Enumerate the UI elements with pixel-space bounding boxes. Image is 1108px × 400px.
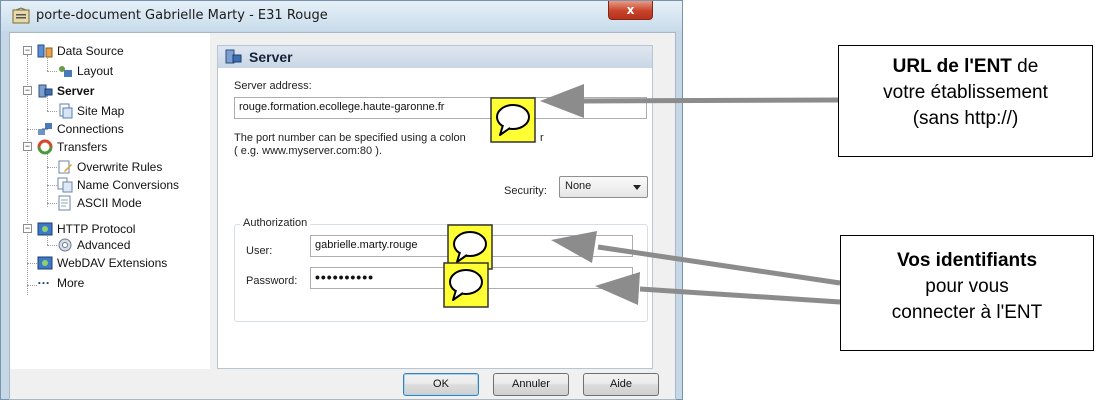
tree-item-name-conversions[interactable]: Name Conversions (57, 176, 179, 194)
url-callout-bold: URL de l'ENT (892, 56, 1012, 77)
tree-item-advanced[interactable]: Advanced (57, 236, 130, 254)
tree-item-label: Name Conversions (77, 178, 180, 192)
tree-connector (27, 285, 37, 286)
tree-expander-server[interactable]: − (23, 86, 32, 95)
more-icon: … (37, 272, 50, 287)
tree-connector (47, 151, 48, 207)
tree-item-label: Server (57, 84, 95, 98)
tree-expander-data-source[interactable]: − (23, 46, 32, 55)
window-title: porte-document Gabrielle Marty - E31 Rou… (36, 8, 328, 23)
tree-connector (47, 71, 57, 72)
port-hint-tail: r (540, 132, 544, 144)
security-select-value: None (565, 180, 592, 192)
tree-item-label: HTTP Protocol (57, 222, 136, 236)
credentials-callout-bold-text: Vos identifiants (896, 250, 1038, 271)
tree-item-ascii-mode[interactable]: ASCII Mode (57, 194, 142, 212)
webdav-icon (37, 256, 53, 270)
url-callout-line2: votre établissement (883, 82, 1048, 103)
server-settings-pane: Server Server address: rouge.formation.e… (217, 45, 653, 369)
tree-item-label: More (57, 276, 85, 290)
speech-bubble-icon (490, 97, 536, 143)
password-label: Password: (246, 275, 298, 287)
url-callout-line3: (sans http://) (912, 108, 1019, 129)
tree-item-label: WebDAV Extensions (57, 256, 168, 270)
url-callout-line1: URL de l'ENT de (839, 54, 1092, 80)
authorization-legend: Authorization (240, 217, 311, 229)
connections-icon (38, 123, 52, 135)
data-source-icon (37, 44, 53, 58)
tree-item-more[interactable]: … More (37, 272, 85, 292)
ascii-mode-icon (58, 195, 71, 211)
site-map-icon (59, 103, 73, 119)
tree-item-label: Site Map (77, 104, 125, 118)
tree-connector (47, 167, 57, 168)
credentials-callout-line3: connecter à l'ENT (891, 302, 1043, 323)
tree-connector (27, 129, 37, 130)
tree-connector (27, 263, 37, 264)
tree-item-label: Advanced (77, 238, 131, 252)
tree-connector (47, 245, 57, 246)
pane-title: Server (249, 49, 293, 65)
dialog-client-area: − − − − Data Source Layout Server Site M… (9, 32, 676, 400)
help-button[interactable]: Aide (583, 373, 659, 396)
tree-item-label: ASCII Mode (77, 196, 142, 210)
credentials-callout: Vos identifiants pour vous connecter à l… (840, 235, 1094, 351)
tree-item-transfers[interactable]: Transfers (37, 138, 107, 156)
settings-tree: − − − − Data Source Layout Server Site M… (10, 33, 210, 369)
port-hint-line1: The port number can be specified using a… (234, 132, 466, 144)
tree-connector (47, 203, 57, 204)
tree-item-webdav-extensions[interactable]: WebDAV Extensions (37, 254, 167, 272)
tree-connector (47, 111, 57, 112)
tree-item-label: Data Source (57, 44, 124, 58)
server-icon (225, 49, 242, 64)
user-label: User: (246, 245, 273, 257)
ok-button[interactable]: OK (403, 373, 479, 396)
url-callout: URL de l'ENT de votre établissement (san… (838, 45, 1093, 157)
credentials-callout-line2: pour vous (925, 276, 1009, 297)
server-icon (38, 84, 53, 98)
layout-icon (59, 66, 72, 77)
name-conversions-icon (57, 177, 73, 193)
speech-bubble-icon (443, 262, 489, 308)
tree-item-site-map[interactable]: Site Map (57, 102, 124, 120)
security-select[interactable]: None (559, 176, 648, 198)
tree-item-layout[interactable]: Layout (57, 62, 113, 80)
tree-item-label: Overwrite Rules (77, 160, 163, 174)
transfers-icon (37, 139, 53, 155)
tree-item-label: Layout (77, 64, 114, 78)
tree-connector (47, 185, 57, 186)
tree-item-label: Connections (57, 122, 124, 136)
security-label: Security: (504, 185, 547, 197)
tree-item-label: Transfers (57, 140, 108, 154)
tree-item-server[interactable]: Server (37, 82, 94, 100)
tree-item-overwrite-rules[interactable]: Overwrite Rules (57, 158, 162, 176)
tree-item-connections[interactable]: Connections (37, 120, 124, 138)
chevron-down-icon (633, 185, 641, 190)
pane-header: Server (218, 46, 652, 68)
tree-item-data-source[interactable]: Data Source (37, 42, 124, 60)
server-address-label: Server address: (234, 80, 312, 92)
tree-expander-http-protocol[interactable]: − (23, 224, 32, 233)
advanced-icon (58, 238, 72, 252)
port-hint-line2: ( e.g. www.myserver.com:80 ). (234, 145, 382, 157)
server-address-input[interactable]: rouge.formation.ecollege.haute-garonne.f… (234, 97, 647, 119)
credentials-callout-bold: Vos identifiants (841, 248, 1093, 274)
cancel-button[interactable]: Annuler (493, 373, 569, 396)
tree-expander-transfers[interactable]: − (23, 142, 32, 151)
url-callout-rest: de (1011, 56, 1039, 77)
title-bar[interactable]: porte-document Gabrielle Marty - E31 Rou… (1, 1, 682, 31)
app-icon (12, 7, 30, 24)
http-protocol-icon (37, 222, 53, 236)
close-button[interactable]: x (608, 1, 653, 20)
dialog-window: porte-document Gabrielle Marty - E31 Rou… (0, 0, 683, 400)
overwrite-rules-icon (58, 160, 72, 174)
